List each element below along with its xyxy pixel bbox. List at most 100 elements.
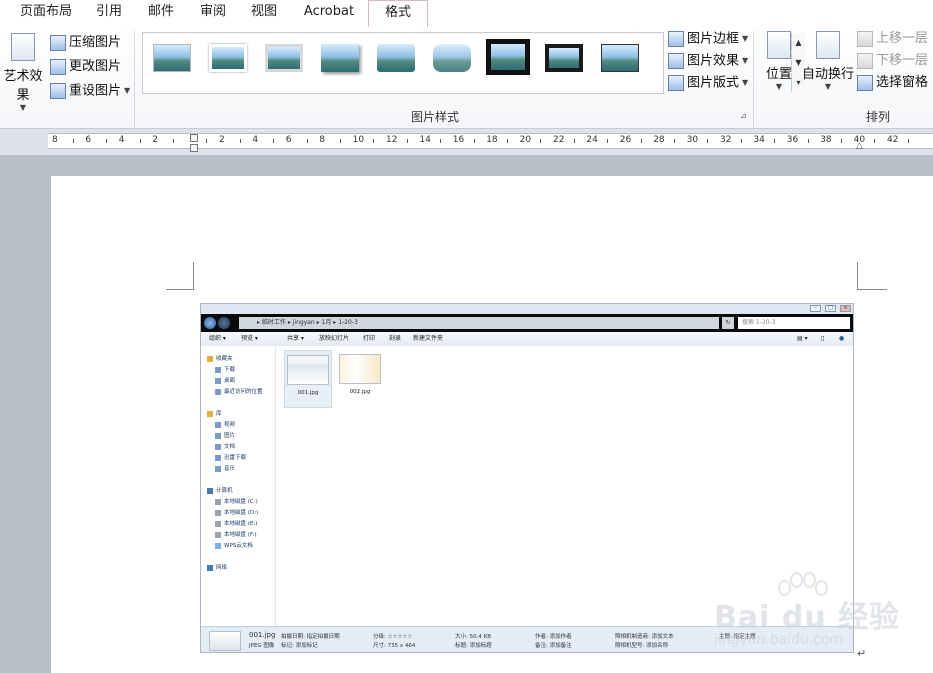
nav-item: 本地磁盘 (E:) [215, 519, 257, 527]
crop-mark [166, 289, 194, 290]
style-thumb-reflected[interactable] [377, 44, 415, 72]
crop-mark [193, 262, 194, 289]
picture-layout-button[interactable]: 图片版式 ▼ [668, 72, 748, 94]
minimize-icon: – [810, 305, 821, 312]
explorer-toolbar: 组织 ▾ 预览 ▾ 共享 ▾ 放映幻灯片 打印 刻录 新建文件夹 ▤ ▾ ▯ ● [201, 332, 853, 347]
group-divider [753, 31, 754, 127]
horizontal-ruler[interactable]: 8 6 4 2 2 4 6 8 10 12 14 16 18 20 22 24 26 28 30 32 34 36 38 40… [48, 133, 933, 149]
file-name: 002.jpg [349, 389, 371, 395]
ruler-tick [172, 139, 174, 143]
picture-border-button[interactable]: 图片边框 ▼ [668, 28, 748, 50]
nav-item: 视频 [215, 420, 235, 428]
bring-forward-icon [857, 30, 873, 47]
ruler-number: 32 [720, 135, 732, 145]
music-icon [215, 465, 221, 472]
tab-references[interactable]: 引用 [84, 0, 134, 26]
nav-item-label: 音乐 [224, 466, 236, 472]
nav-item-label: 视频 [224, 422, 236, 428]
details-size: 大小: 50.4 KB [455, 634, 491, 640]
left-indent-marker[interactable] [190, 144, 198, 152]
change-picture-icon [50, 58, 66, 75]
watermark-brand: Bai du 经验 [714, 600, 901, 635]
nav-libraries-label: 库 [216, 411, 222, 417]
arrange-group-label: 排列 [866, 110, 891, 124]
file-item: 002.jpg [336, 350, 384, 408]
ruler-tick [473, 139, 475, 143]
change-picture-button[interactable]: 更改图片 [50, 56, 121, 78]
details-rating: 分级: ☆☆☆☆☆ [373, 634, 413, 640]
toolbar-slideshow: 放映幻灯片 [319, 335, 350, 342]
tab-acrobat[interactable]: Acrobat [292, 0, 366, 26]
style-thumb-black-frame[interactable] [545, 44, 583, 72]
ribbon: 艺术效果 ▼ 压缩图片 更改图片 重设图片 ▼ ▲ ▼ ▾ 图片边框 ▼ 图片效果 ▼… [0, 27, 933, 129]
ruler-tick [874, 139, 876, 143]
tab-review[interactable]: 审阅 [188, 0, 238, 26]
first-line-indent-marker[interactable] [190, 134, 198, 142]
ruler-tick [740, 139, 742, 143]
reset-label: 重设图片 [69, 83, 122, 99]
tab-page-layout[interactable]: 页面布局 [8, 0, 84, 26]
compress-label: 压缩图片 [69, 35, 122, 50]
position-button[interactable]: 位置 ▼ [764, 31, 794, 91]
details-title: 标题: 添加标题 [455, 643, 492, 649]
cloud-icon [215, 542, 221, 549]
nav-item: 图片 [215, 431, 235, 439]
thunder-download-icon [215, 454, 221, 461]
drive-icon [215, 520, 221, 527]
picture-layout-label: 图片版式 [687, 75, 740, 91]
pictures-icon [215, 432, 221, 439]
nav-item-label: 文档 [224, 444, 236, 450]
style-thumb-thin-black[interactable] [601, 44, 639, 72]
reset-picture-button[interactable]: 重设图片 ▼ [50, 80, 130, 102]
nav-item: WPS云文档 [215, 541, 253, 549]
toolbar-burn: 刻录 [389, 335, 402, 342]
maximize-icon: □ [825, 305, 836, 312]
style-thumb-thick-black-selected[interactable] [486, 39, 530, 75]
details-camera-model: 照相机型号: 添加名称 [615, 643, 669, 649]
right-indent-marker[interactable]: △ [856, 141, 863, 151]
ruler-number: 4 [118, 135, 125, 145]
image-thumbnail [287, 355, 329, 385]
style-thumb-soft-edge[interactable] [433, 44, 471, 72]
dialog-launcher-icon[interactable]: ⊿ [740, 111, 747, 120]
tab-format[interactable]: 格式 [368, 0, 428, 28]
bring-forward-button[interactable]: 上移一层 [857, 28, 928, 50]
toolbar-organize: 组织 ▾ [209, 335, 226, 342]
refresh-icon: ↻ [722, 317, 734, 329]
watermark-url: jingyan.baidu.com [714, 632, 844, 648]
position-icon [767, 31, 791, 59]
art-effects-icon [11, 33, 35, 61]
selection-pane-label: 选择窗格 [876, 75, 929, 90]
style-thumb-simple-frame[interactable] [153, 44, 191, 72]
ruler-number: 24 [586, 135, 598, 145]
ruler-number: 4 [252, 135, 259, 145]
ruler-number: 26 [619, 135, 632, 145]
style-thumb-white-frame[interactable] [209, 44, 247, 72]
tab-view[interactable]: 视图 [238, 0, 290, 26]
picture-styles-gallery[interactable]: ▲ ▼ ▾ [142, 32, 805, 94]
send-backward-button[interactable]: 下移一层 [857, 50, 928, 72]
nav-item: 桌面 [215, 376, 235, 384]
details-dimensions: 尺寸: 735 x 464 [373, 643, 416, 649]
style-thumb-drop-shadow[interactable] [321, 44, 359, 72]
ruler-tick [573, 139, 575, 143]
details-author: 作者: 添加作者 [535, 634, 572, 640]
selection-pane-button[interactable]: 选择窗格 [857, 72, 928, 94]
selection-pane-icon [857, 74, 873, 91]
network-icon [207, 564, 213, 571]
desktop-icon [215, 377, 221, 384]
tab-mailings[interactable]: 邮件 [134, 0, 188, 26]
style-thumb-grey-frame[interactable] [265, 44, 303, 72]
nav-item: 最近访问的位置 [215, 387, 263, 395]
file-name: 001.jpg [297, 390, 319, 396]
chevron-down-icon: ▼ [742, 56, 749, 65]
picture-effects-button[interactable]: 图片效果 ▼ [668, 50, 748, 72]
ruler-number: 14 [419, 135, 431, 145]
nav-item: 迅雷下载 [215, 453, 246, 461]
art-effects-button[interactable]: 艺术效果 ▼ [0, 33, 46, 112]
video-icon [215, 421, 221, 428]
wrap-text-button[interactable]: 自动换行 ▼ [802, 31, 854, 91]
group-divider [134, 31, 135, 127]
compress-pictures-button[interactable]: 压缩图片 [50, 32, 121, 54]
back-icon [204, 317, 216, 329]
